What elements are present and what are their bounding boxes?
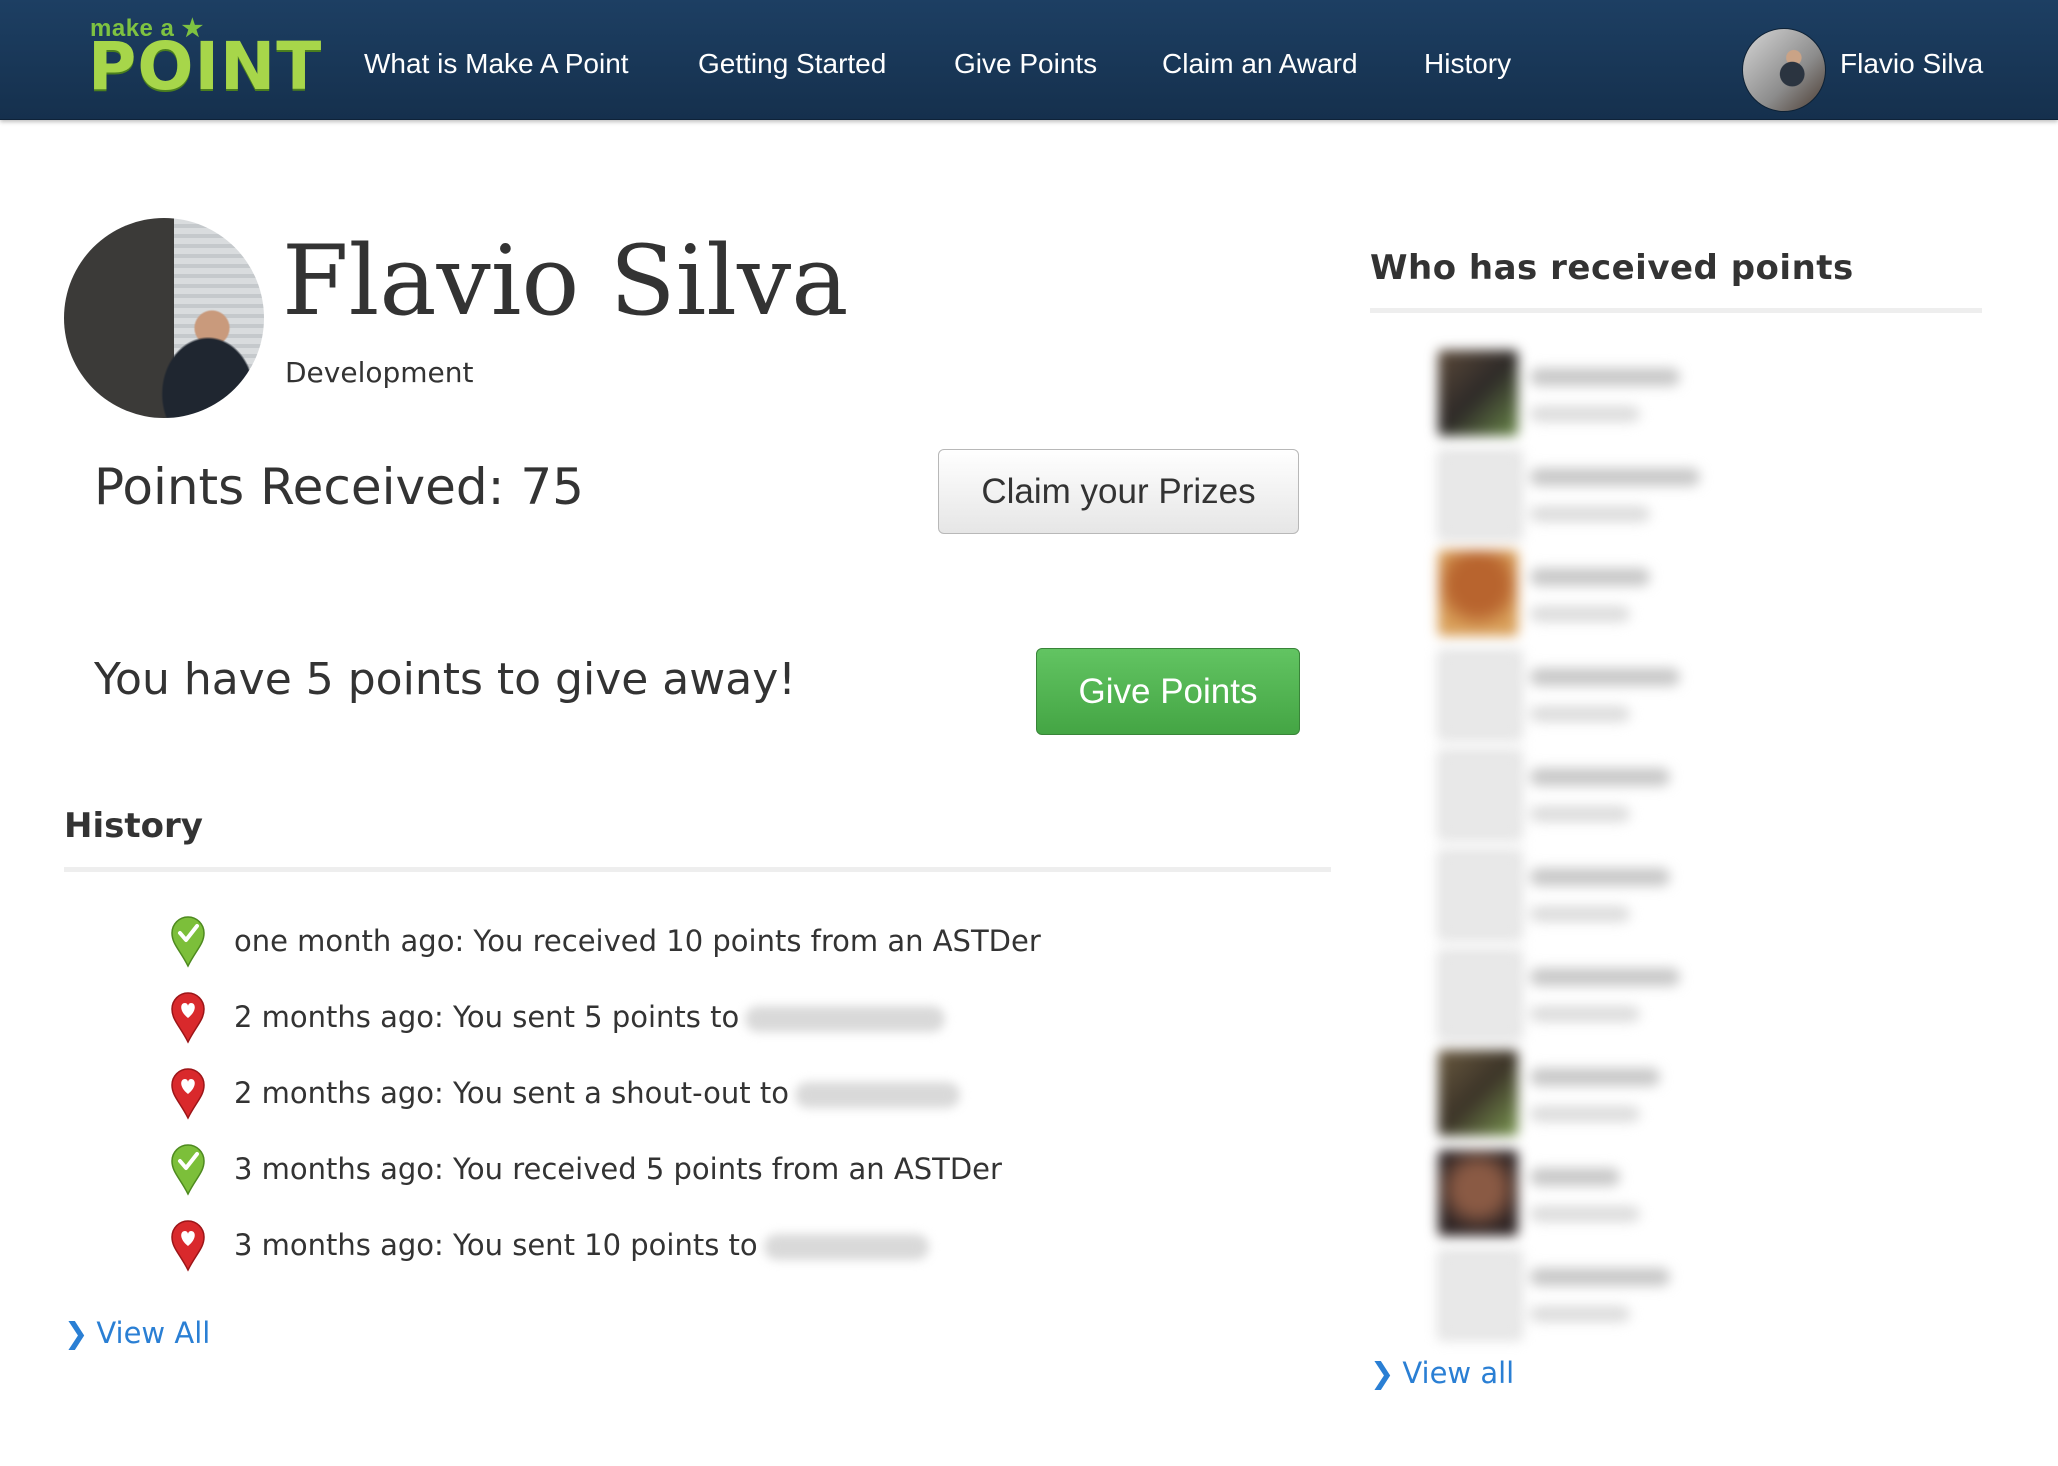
recipient-dept-blurred <box>1530 1006 1640 1022</box>
chevron-right-icon: ❯ <box>1370 1356 1395 1390</box>
recipient-avatar <box>1438 450 1522 540</box>
recipient-name-blurred <box>1530 1268 1670 1286</box>
recipient-dept-blurred <box>1530 506 1650 522</box>
recipients-heading: Who has received points <box>1370 248 1854 288</box>
history-item-text: 3 months ago: You received 5 points from… <box>234 1152 1002 1186</box>
recipient-avatar <box>1438 650 1522 740</box>
top-navbar: make a ★ POINT What is Make A Point Gett… <box>0 0 2058 120</box>
recipient-item[interactable] <box>1438 1050 1708 1136</box>
recipients-divider <box>1370 308 1982 313</box>
recipient-item[interactable] <box>1438 350 1708 436</box>
recipient-name-blurred <box>1530 468 1700 486</box>
recipient-avatar <box>1438 1250 1522 1340</box>
history-divider <box>64 867 1331 872</box>
user-avatar[interactable] <box>1742 28 1826 112</box>
green-check-pin-icon <box>171 1144 205 1196</box>
recipient-avatar <box>1438 350 1518 436</box>
recipient-item[interactable] <box>1438 1150 1708 1236</box>
recipient-item[interactable] <box>1438 1250 1708 1340</box>
nav-getting-started[interactable]: Getting Started <box>698 48 886 80</box>
recipient-dept-blurred <box>1530 1306 1630 1322</box>
history-view-all-link[interactable]: ❯ View All <box>64 1316 210 1350</box>
recipient-name-blurred <box>1530 1068 1660 1086</box>
claim-prizes-button[interactable]: Claim your Prizes <box>938 449 1299 534</box>
history-view-all-label: View All <box>96 1316 211 1350</box>
green-check-pin-icon <box>171 916 205 968</box>
recipient-item[interactable] <box>1438 650 1708 740</box>
points-to-give-away-text: You have 5 points to give away! <box>94 654 796 705</box>
history-item-text: 2 months ago: You sent 5 points to <box>234 1000 946 1034</box>
recipient-item[interactable] <box>1438 550 1708 636</box>
recipient-dept-blurred <box>1530 706 1630 722</box>
profile-photo <box>64 218 264 418</box>
user-menu-name[interactable]: Flavio Silva <box>1840 48 1983 80</box>
chevron-right-icon: ❯ <box>64 1316 89 1350</box>
nav-claim-an-award[interactable]: Claim an Award <box>1162 48 1358 80</box>
recipient-avatar <box>1438 850 1522 940</box>
recipient-item[interactable] <box>1438 850 1708 940</box>
recipients-view-all-link[interactable]: ❯ View all <box>1370 1356 1514 1390</box>
red-heart-pin-icon <box>171 992 205 1044</box>
recipient-dept-blurred <box>1530 806 1630 822</box>
points-received-label: Points Received: 75 <box>94 458 584 516</box>
recipient-name-blurred <box>1530 568 1650 586</box>
history-heading: History <box>64 806 203 846</box>
make-a-point-logo[interactable]: make a ★ POINT <box>88 14 321 104</box>
recipient-name-blurred <box>1530 968 1680 986</box>
give-points-button[interactable]: Give Points <box>1036 648 1300 735</box>
recipient-dept-blurred <box>1530 1106 1640 1122</box>
recipient-avatar <box>1438 1050 1518 1136</box>
redacted-recipient <box>794 1082 960 1108</box>
recipient-avatar <box>1438 950 1522 1040</box>
nav-history[interactable]: History <box>1424 48 1511 80</box>
redacted-recipient <box>763 1234 929 1260</box>
recipient-name-blurred <box>1530 1168 1620 1186</box>
recipient-name-blurred <box>1530 368 1680 386</box>
recipient-avatar <box>1438 1150 1518 1236</box>
recipient-avatar <box>1438 550 1518 636</box>
recipient-dept-blurred <box>1530 906 1630 922</box>
history-item-text: 3 months ago: You sent 10 points to <box>234 1228 929 1262</box>
redacted-recipient <box>745 1006 946 1032</box>
nav-give-points[interactable]: Give Points <box>954 48 1097 80</box>
profile-name: Flavio Silva <box>282 225 849 337</box>
red-heart-pin-icon <box>171 1220 205 1272</box>
recipient-item[interactable] <box>1438 950 1708 1040</box>
recipients-view-all-label: View all <box>1402 1356 1515 1390</box>
recipient-avatar <box>1438 750 1522 840</box>
profile-department: Development <box>285 356 474 389</box>
logo-wordmark: POINT <box>88 28 323 105</box>
recipient-dept-blurred <box>1530 1206 1640 1222</box>
recipient-name-blurred <box>1530 768 1670 786</box>
history-item-text: 2 months ago: You sent a shout-out to <box>234 1076 960 1110</box>
recipient-name-blurred <box>1530 668 1680 686</box>
nav-what-is-make-a-point[interactable]: What is Make A Point <box>364 48 629 80</box>
recipient-item[interactable] <box>1438 450 1708 540</box>
recipient-dept-blurred <box>1530 606 1630 622</box>
history-item-text: one month ago: You received 10 points fr… <box>234 924 1041 958</box>
recipient-name-blurred <box>1530 868 1670 886</box>
recipient-dept-blurred <box>1530 406 1640 422</box>
red-heart-pin-icon <box>171 1068 205 1120</box>
recipient-item[interactable] <box>1438 750 1708 840</box>
